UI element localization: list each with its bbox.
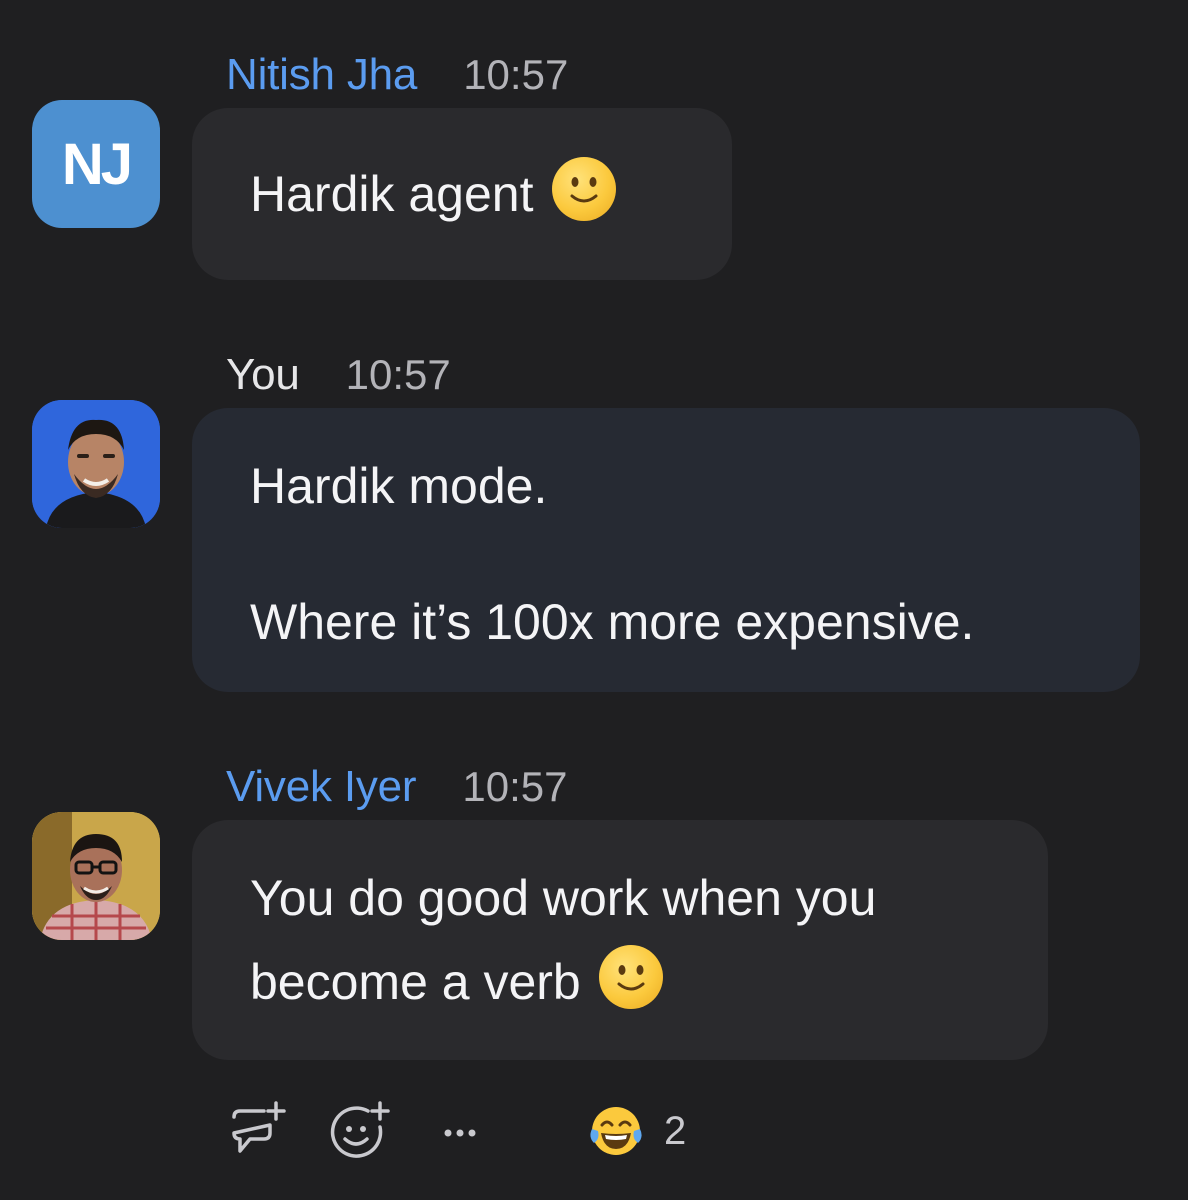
avatar[interactable] xyxy=(32,812,160,940)
message-bubble[interactable]: Hardik agent xyxy=(192,108,732,280)
message-header: You 10:57 xyxy=(226,350,451,400)
message-text: Hardik agent xyxy=(250,166,534,222)
user-photo-icon xyxy=(32,812,160,940)
message-line: Hardik mode. xyxy=(250,458,548,514)
ellipsis-icon xyxy=(444,1129,476,1137)
message-header: Vivek Iyer 10:57 xyxy=(226,762,567,812)
emoji-plus-icon xyxy=(330,1101,390,1158)
avatar-initials: NJ xyxy=(61,131,133,197)
message-actions: 2 xyxy=(226,1096,686,1166)
avatar[interactable] xyxy=(32,400,160,528)
message-header: Nitish Jha 10:57 xyxy=(226,50,568,100)
comment-plus-icon xyxy=(232,1101,286,1153)
message-bubble[interactable]: You do good work when you become a verb xyxy=(192,820,1048,1060)
message-line: You do good work when you xyxy=(250,870,877,926)
reaction-count: 2 xyxy=(664,1108,687,1153)
message-bubble[interactable]: Hardik mode. Where it’s 100x more expens… xyxy=(192,408,1140,692)
avatar[interactable]: NJ xyxy=(32,100,160,228)
message-line: become a verb xyxy=(250,954,581,1010)
reply-in-thread-button[interactable] xyxy=(226,1099,290,1163)
timestamp[interactable]: 10:57 xyxy=(463,51,568,99)
sender-name[interactable]: You xyxy=(226,350,300,400)
more-actions-button[interactable] xyxy=(430,1099,494,1163)
face-with-tears-of-joy-icon xyxy=(590,1107,642,1155)
timestamp[interactable]: 10:57 xyxy=(346,351,451,399)
slightly-smiling-face-icon xyxy=(598,945,663,1009)
slightly-smiling-face-icon xyxy=(551,157,616,221)
timestamp[interactable]: 10:57 xyxy=(462,763,567,811)
add-reaction-button[interactable] xyxy=(328,1099,392,1163)
user-photo-icon xyxy=(32,400,160,528)
message-line: Where it’s 100x more expensive. xyxy=(250,594,975,650)
sender-name[interactable]: Nitish Jha xyxy=(226,50,417,100)
sender-name[interactable]: Vivek Iyer xyxy=(226,762,417,812)
reaction-pill[interactable]: 2 xyxy=(588,1103,686,1159)
